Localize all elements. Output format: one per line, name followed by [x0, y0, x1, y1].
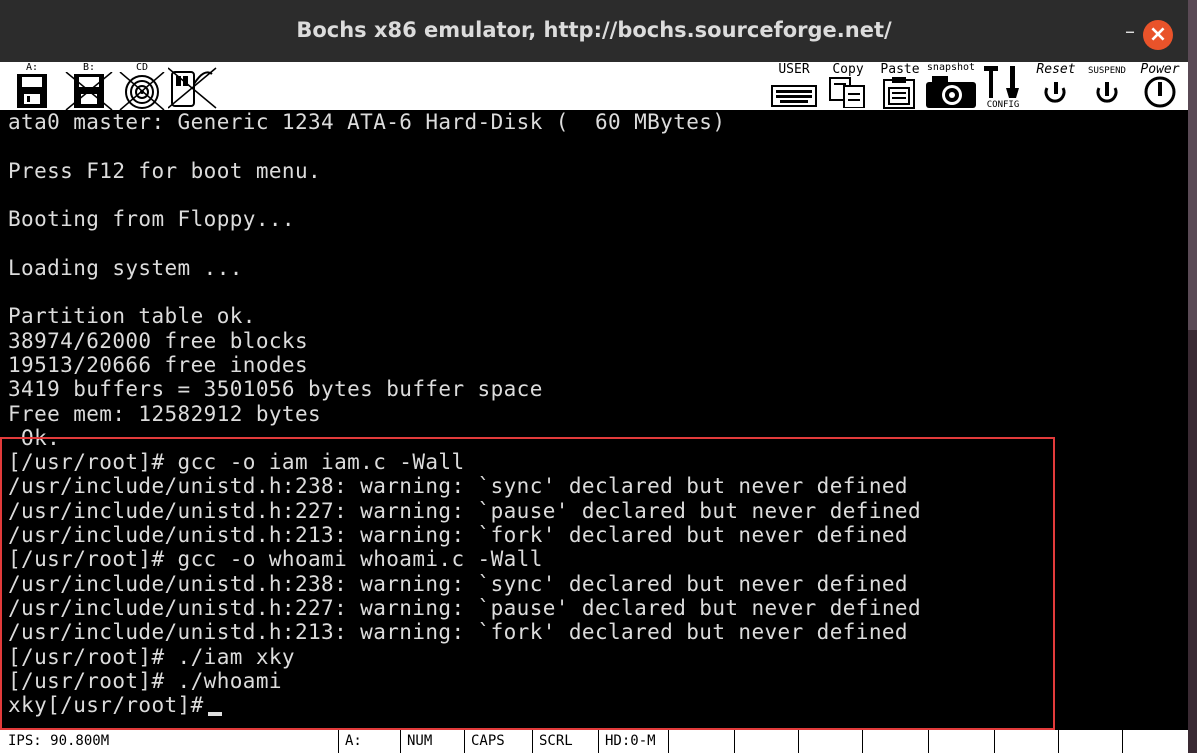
cdrom-button[interactable]: CD	[116, 62, 168, 110]
user-label: USER	[778, 62, 810, 77]
title-bar[interactable]: Bochs x86 emulator, http://bochs.sourcef…	[0, 0, 1188, 62]
status-segment-empty	[734, 730, 798, 753]
power-label: Power	[1140, 62, 1180, 77]
bochs-window: Bochs x86 emulator, http://bochs.sourcef…	[0, 0, 1188, 753]
scroll-lock-status: SCRL	[532, 730, 598, 753]
hd-status: HD:0-M	[598, 730, 668, 753]
status-segment-empty	[668, 730, 734, 753]
power-button[interactable]: Power	[1134, 62, 1186, 110]
paste-label: Paste	[880, 62, 920, 77]
suspend-label: SUSPEND	[1088, 66, 1126, 76]
status-segment-empty	[1122, 730, 1188, 753]
user-keyboard-button[interactable]: USER	[770, 62, 818, 110]
minimize-button[interactable]: –	[1117, 19, 1143, 43]
snapshot-label: snapshot	[926, 62, 976, 73]
floppy-b-button[interactable]: B:	[64, 62, 114, 110]
suspend-icon	[1096, 82, 1118, 103]
mouse-button[interactable]	[168, 62, 218, 110]
status-segment-empty	[928, 730, 994, 753]
copy-label: Copy	[832, 62, 864, 77]
snapshot-button[interactable]: snapshot	[922, 62, 980, 110]
cdrom-crossed-icon	[119, 72, 165, 110]
terminal-line: ata0 master: Generic 1234 ATA-6 Hard-Dis…	[8, 110, 726, 134]
status-bar: IPS: 90.800M A: NUM CAPS SCRL HD:0-M	[0, 730, 1188, 753]
status-segment-empty	[798, 730, 862, 753]
keyboard-icon	[771, 85, 817, 107]
paste-clipboard-icon	[883, 77, 915, 109]
config-label: CONFIG	[986, 100, 1020, 110]
caps-lock-status: CAPS	[464, 730, 532, 753]
status-segment-empty	[1058, 730, 1122, 753]
drive-status: A:	[338, 730, 400, 753]
terminal-line: Free mem: 12582912 bytes	[8, 401, 322, 426]
terminal-line: 3419 buffers = 3501056 bytes buffer spac…	[8, 377, 543, 402]
highlight-box	[0, 437, 1055, 730]
close-button[interactable]: ×	[1143, 20, 1173, 50]
reset-button[interactable]: Reset	[1030, 62, 1082, 110]
terminal-line: Partition table ok.	[8, 304, 256, 329]
copy-icon	[829, 77, 865, 108]
reset-icon	[1044, 82, 1066, 103]
num-lock-status: NUM	[400, 730, 464, 753]
desktop-background-strip	[1188, 0, 1197, 330]
mouse-crossed-icon	[168, 67, 217, 109]
window-title: Bochs x86 emulator, http://bochs.sourcef…	[296, 18, 892, 42]
ips-status: IPS: 90.800M	[8, 733, 110, 749]
camera-icon	[926, 76, 976, 108]
terminal-line: Press F12 for boot menu.	[8, 158, 322, 183]
terminal-line: 38974/62000 free blocks	[8, 328, 308, 353]
floppy-disk-crossed-icon	[65, 72, 113, 110]
terminal-line: 19513/20666 free inodes	[8, 352, 308, 377]
suspend-button[interactable]: SUSPEND	[1082, 62, 1132, 110]
copy-button[interactable]: Copy	[826, 62, 870, 110]
bochs-toolbar: A: B: CD USER Copy Paste snapshot CONFIG…	[0, 62, 1188, 110]
floppy-a-button[interactable]: A:	[10, 62, 54, 110]
terminal-line: Booting from Floppy...	[8, 207, 295, 232]
paste-button[interactable]: Paste	[878, 62, 922, 110]
power-icon	[1144, 76, 1176, 108]
config-button[interactable]: CONFIG	[980, 62, 1026, 110]
status-segment-empty	[994, 730, 1058, 753]
config-tools-icon	[984, 66, 1019, 98]
floppy-disk-icon	[17, 74, 47, 108]
reset-label: Reset	[1036, 62, 1076, 77]
status-segment-empty	[862, 730, 928, 753]
terminal-line: Loading system ...	[8, 255, 243, 280]
